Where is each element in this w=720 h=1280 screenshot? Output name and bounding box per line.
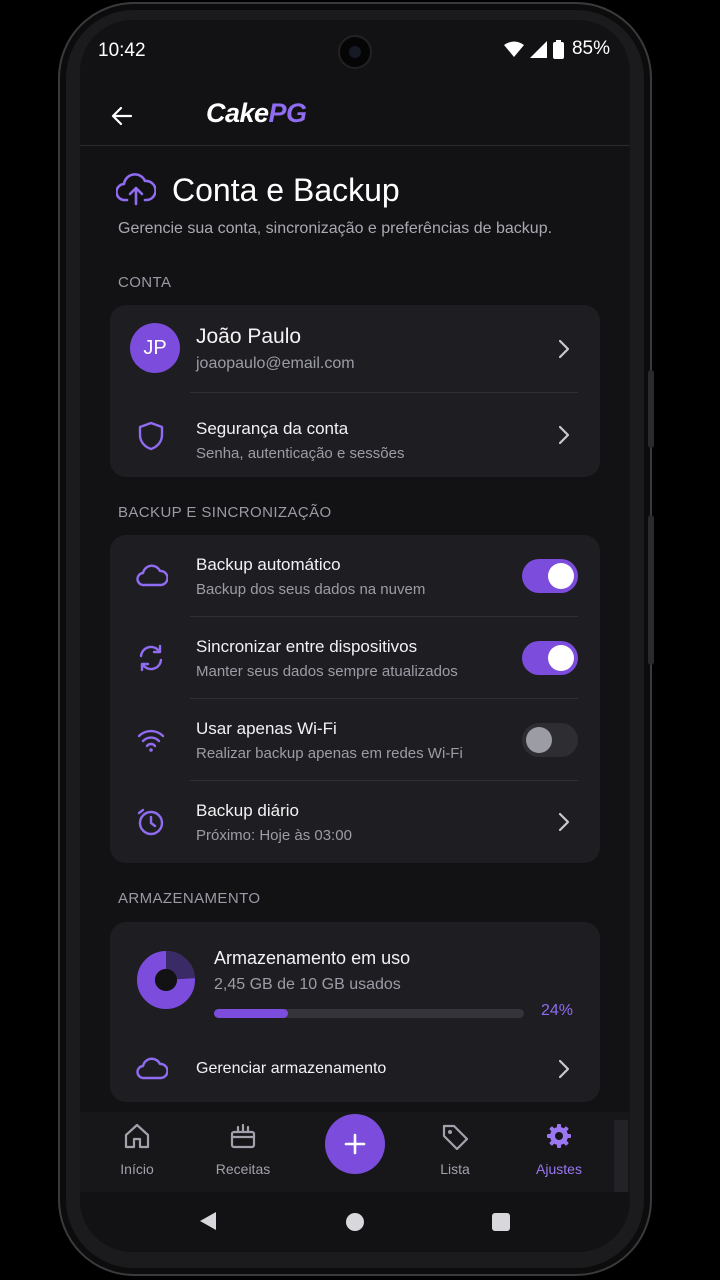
cloud-upload-icon bbox=[116, 173, 156, 206]
toggle-knob bbox=[526, 727, 552, 753]
phone-side-button bbox=[648, 515, 654, 665]
signal-icon bbox=[529, 40, 547, 58]
sync-title: Sincronizar entre dispositivos bbox=[196, 637, 418, 656]
wifi-only-toggle[interactable] bbox=[522, 723, 578, 757]
scrollbar[interactable] bbox=[614, 1120, 628, 1192]
auto-backup-row: Backup automático Backup dos seus dados … bbox=[110, 535, 600, 617]
section-label-storage: ARMAZENAMENTO bbox=[118, 890, 261, 907]
profile-name: João Paulo bbox=[196, 325, 302, 348]
page-subtitle: Gerencie sua conta, sincronização e pref… bbox=[118, 220, 553, 237]
daily-backup-row[interactable]: Backup diário Próximo: Hoje às 03:00 bbox=[110, 781, 600, 863]
auto-backup-title: Backup automático bbox=[196, 555, 341, 574]
sync-subtitle: Manter seus dados sempre atualizados bbox=[196, 663, 458, 680]
nav-item-settings[interactable]: Ajustes bbox=[514, 1122, 604, 1177]
screen: 10:42 85% CakePG Conta e Backup Gerencie… bbox=[80, 20, 630, 1252]
nav-label: Ajustes bbox=[536, 1161, 582, 1177]
tag-icon bbox=[442, 1124, 469, 1151]
logo-main: Cake bbox=[206, 98, 269, 128]
shield-icon bbox=[138, 421, 164, 451]
gear-icon bbox=[547, 1124, 571, 1148]
front-camera bbox=[338, 35, 372, 69]
wifi-icon bbox=[137, 729, 165, 752]
system-back-icon[interactable] bbox=[198, 1210, 218, 1232]
status-icons: 85% bbox=[503, 38, 610, 60]
wifi-status-icon bbox=[503, 41, 524, 57]
daily-backup-title: Backup diário bbox=[196, 801, 300, 820]
storage-percent: 24% bbox=[541, 1002, 574, 1019]
home-icon bbox=[124, 1123, 150, 1149]
phone-side-button bbox=[648, 370, 654, 448]
chevron-right-icon bbox=[558, 812, 570, 832]
back-arrow-icon bbox=[111, 106, 133, 126]
storage-card: Armazenamento em uso 2,45 GB de 10 GB us… bbox=[110, 922, 600, 1102]
section-label-backup: BACKUP E SINCRONIZAÇÃO bbox=[118, 504, 332, 521]
storage-donut-chart bbox=[137, 951, 195, 1009]
wifi-only-title: Usar apenas Wi-Fi bbox=[196, 719, 337, 738]
storage-usage: 2,45 GB de 10 GB usados bbox=[214, 976, 401, 993]
system-nav-bar bbox=[80, 1192, 630, 1252]
manage-storage-row[interactable]: Gerenciar armazenamento bbox=[110, 1026, 600, 1102]
nav-item-home[interactable]: Início bbox=[92, 1122, 182, 1177]
battery-icon bbox=[552, 39, 564, 59]
bottom-nav: Início Receitas Lista Ajustes bbox=[80, 1112, 630, 1198]
nav-label: Início bbox=[120, 1161, 154, 1177]
back-button[interactable] bbox=[104, 98, 140, 134]
nav-item-list[interactable]: Lista bbox=[410, 1122, 500, 1177]
nav-item-recipes[interactable]: Receitas bbox=[198, 1122, 288, 1177]
app-bar: CakePG bbox=[80, 86, 630, 146]
sync-toggle[interactable] bbox=[522, 641, 578, 675]
wifi-only-row: Usar apenas Wi-Fi Realizar backup apenas… bbox=[110, 699, 600, 781]
daily-backup-subtitle: Próximo: Hoje às 03:00 bbox=[196, 827, 352, 844]
logo-accent: PG bbox=[268, 98, 308, 128]
nav-label: Receitas bbox=[215, 1161, 271, 1177]
page-title: Conta e Backup bbox=[172, 172, 400, 208]
account-card: JP João Paulo joaopaulo@email.com Segura… bbox=[110, 305, 600, 477]
nav-label: Lista bbox=[440, 1161, 470, 1177]
chevron-right-icon bbox=[558, 425, 570, 445]
clock-icon bbox=[137, 808, 164, 836]
cloud-icon bbox=[136, 1057, 168, 1080]
sync-row: Sincronizar entre dispositivos Manter se… bbox=[110, 617, 600, 699]
system-recents-icon[interactable] bbox=[491, 1212, 511, 1232]
add-button[interactable] bbox=[325, 1114, 385, 1174]
sync-icon bbox=[139, 644, 163, 672]
recipe-box-icon bbox=[230, 1123, 256, 1149]
auto-backup-toggle[interactable] bbox=[522, 559, 578, 593]
auto-backup-subtitle: Backup dos seus dados na nuvem bbox=[196, 581, 426, 598]
security-subtitle: Senha, autenticação e sessões bbox=[196, 445, 405, 462]
storage-title: Armazenamento em uso bbox=[214, 948, 411, 968]
storage-progress-bar bbox=[214, 1009, 524, 1018]
security-title: Segurança da conta bbox=[196, 419, 349, 438]
cloud-icon bbox=[136, 564, 168, 587]
profile-email: joaopaulo@email.com bbox=[196, 355, 355, 372]
avatar: JP bbox=[130, 323, 180, 373]
toggle-knob bbox=[548, 563, 574, 589]
status-bar: 10:42 85% bbox=[80, 20, 630, 80]
security-row[interactable]: Segurança da conta Senha, autenticação e… bbox=[110, 393, 600, 475]
storage-progress-fill bbox=[214, 1009, 289, 1018]
plus-icon bbox=[344, 1133, 366, 1155]
app-logo: CakePG bbox=[206, 98, 307, 129]
system-home-icon[interactable] bbox=[345, 1212, 365, 1232]
profile-row[interactable]: JP João Paulo joaopaulo@email.com bbox=[110, 305, 600, 387]
wifi-only-subtitle: Realizar backup apenas em redes Wi-Fi bbox=[196, 745, 463, 762]
status-time: 10:42 bbox=[98, 40, 146, 61]
battery-percent: 85% bbox=[571, 38, 610, 59]
manage-storage-label: Gerenciar armazenamento bbox=[196, 1060, 387, 1077]
chevron-right-icon bbox=[558, 1059, 570, 1079]
section-label-account: CONTA bbox=[118, 274, 172, 291]
toggle-knob bbox=[548, 645, 574, 671]
backup-card: Backup automático Backup dos seus dados … bbox=[110, 535, 600, 863]
chevron-right-icon bbox=[558, 339, 570, 359]
